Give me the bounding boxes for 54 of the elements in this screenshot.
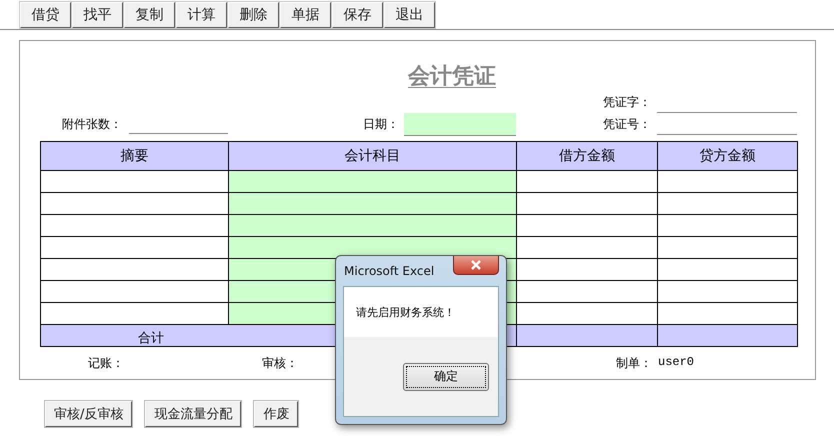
column-header: 借方金额	[516, 142, 658, 170]
table-cell[interactable]	[516, 214, 658, 236]
table-cell[interactable]	[516, 236, 658, 258]
field-label: 凭证字：	[603, 94, 651, 110]
action-button[interactable]: 作废	[254, 401, 298, 427]
table-cell[interactable]	[40, 170, 228, 192]
table-cell[interactable]	[40, 236, 228, 258]
toolbar-button[interactable]: 找平	[72, 2, 123, 28]
column-header: 摘要	[40, 142, 228, 170]
toolbar-button[interactable]: 借贷	[20, 2, 71, 28]
table-cell[interactable]	[40, 214, 228, 236]
toolbar-button[interactable]: 退出	[384, 2, 435, 28]
table-cell[interactable]	[228, 170, 516, 192]
table-cell[interactable]	[516, 258, 658, 280]
column-header: 贷方金额	[658, 142, 798, 170]
table-cell[interactable]	[658, 302, 798, 324]
table-cell[interactable]	[658, 192, 798, 214]
table-cell[interactable]	[516, 170, 658, 192]
table-cell[interactable]	[228, 214, 516, 236]
toolbar-button[interactable]: 计算	[176, 2, 227, 28]
toolbar-button[interactable]: 复制	[124, 2, 175, 28]
table-cell[interactable]	[40, 192, 228, 214]
dialog-message: 请先启用财务系统！	[356, 304, 455, 320]
close-icon	[470, 260, 482, 270]
field-label: 日期：	[363, 116, 399, 132]
signature-label: 审核：	[262, 356, 298, 370]
table-cell[interactable]	[516, 302, 658, 324]
ok-button[interactable]: 确定	[403, 362, 489, 390]
table-cell[interactable]	[516, 280, 658, 302]
signature-label: 制单：	[616, 355, 652, 372]
table-cell[interactable]	[40, 258, 228, 280]
toolbar-button[interactable]: 删除	[228, 2, 279, 28]
date-field[interactable]	[404, 112, 516, 136]
table-cell[interactable]	[658, 214, 798, 236]
field-label: 附件张数：	[62, 116, 122, 132]
table-cell[interactable]	[40, 302, 228, 324]
maker-name: user0	[658, 355, 694, 371]
action-button[interactable]: 现金流量分配	[145, 401, 242, 427]
close-button[interactable]	[453, 256, 499, 275]
table-cell[interactable]	[658, 258, 798, 280]
column-header: 会计科目	[228, 142, 516, 170]
table-cell[interactable]	[40, 280, 228, 302]
table-cell[interactable]	[516, 192, 658, 214]
dialog-title: Microsoft Excel	[344, 264, 434, 278]
toolbar-button[interactable]: 单据	[280, 2, 331, 28]
toolbar-button[interactable]: 保存	[332, 2, 383, 28]
field-label: 凭证号：	[603, 116, 651, 132]
signature-label: 记账：	[88, 356, 124, 370]
table-cell[interactable]	[658, 170, 798, 192]
table-cell[interactable]	[658, 236, 798, 258]
table-cell[interactable]	[228, 192, 516, 214]
voucher-title: 会计凭证	[408, 62, 496, 91]
action-button[interactable]: 审核/反审核	[45, 401, 132, 427]
table-cell[interactable]	[658, 280, 798, 302]
